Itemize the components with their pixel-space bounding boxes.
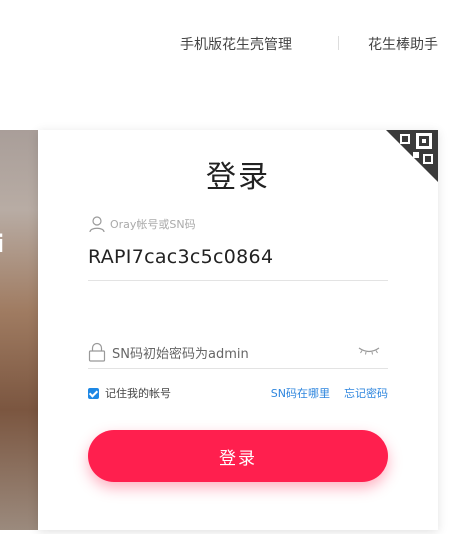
password-placeholder: SN码初始密码为admin — [112, 346, 249, 362]
login-button[interactable]: 登录 — [88, 430, 388, 482]
password-input[interactable]: SN码初始密码为admin — [88, 340, 388, 364]
help-links: SN码在哪里 忘记密码 — [271, 385, 388, 401]
lock-icon — [88, 342, 106, 362]
where-is-sn-link[interactable]: SN码在哪里 — [271, 385, 330, 401]
account-underline — [88, 280, 388, 281]
password-underline — [88, 368, 388, 369]
nav-link-mobile-management[interactable]: 手机版花生壳管理 — [180, 34, 292, 54]
login-card: 登录 Oray帐号或SN码 RAPI7cac3c5c0864 SN码初始密码为a… — [38, 130, 438, 530]
login-title: 登录 — [206, 160, 270, 195]
forgot-password-link[interactable]: 忘记密码 — [344, 385, 388, 401]
background-photo: i — [0, 130, 38, 530]
checkbox-checked-icon[interactable] — [88, 387, 99, 399]
remember-account-label: 记住我的帐号 — [105, 387, 171, 400]
user-icon — [89, 216, 105, 233]
account-input[interactable]: RAPI7cac3c5c0864 — [88, 246, 273, 268]
background-text-fragment: i — [0, 230, 5, 258]
top-navigation: 手机版花生壳管理 花生棒助手 — [0, 0, 449, 90]
account-field-label: Oray帐号或SN码 — [110, 218, 196, 231]
eye-closed-icon[interactable] — [358, 346, 380, 356]
remember-account-checkbox[interactable]: 记住我的帐号 — [88, 385, 171, 401]
nav-divider — [338, 36, 339, 50]
account-label-row: Oray帐号或SN码 — [88, 215, 196, 233]
nav-link-assistant[interactable]: 花生棒助手 — [368, 34, 438, 54]
